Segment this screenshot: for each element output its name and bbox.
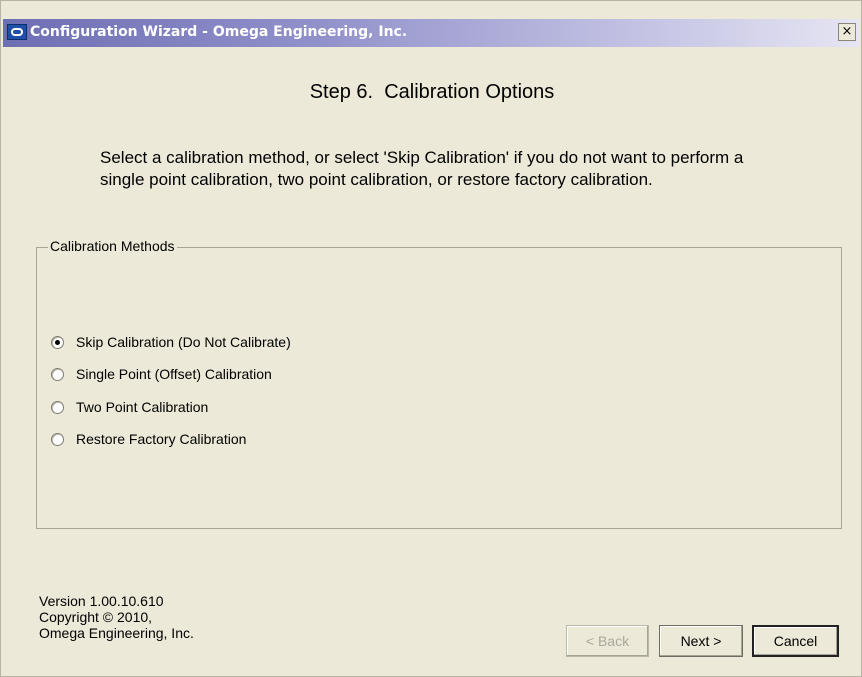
- radio-button[interactable]: [51, 367, 64, 381]
- radio-label: Two Point Calibration: [76, 399, 209, 415]
- copyright-label: Copyright © 2010,: [39, 609, 153, 625]
- radio-option-single-point[interactable]: Single Point (Offset) Calibration: [51, 364, 272, 384]
- radio-dot-icon: [55, 339, 60, 345]
- back-button[interactable]: < Back: [566, 625, 649, 657]
- page-title: Step 6. Calibration Options: [309, 81, 555, 103]
- radio-option-skip-calibration[interactable]: Skip Calibration (Do Not Calibrate): [51, 332, 291, 352]
- omega-app-icon: [7, 24, 27, 40]
- radio-label: Skip Calibration (Do Not Calibrate): [76, 334, 291, 350]
- next-button[interactable]: Next >: [659, 625, 743, 657]
- radio-option-two-point[interactable]: Two Point Calibration: [51, 397, 208, 417]
- close-button[interactable]: ×: [838, 23, 856, 41]
- step-description: Select a calibration method, or select '…: [100, 148, 744, 189]
- radio-label: Restore Factory Calibration: [76, 431, 247, 447]
- version-label: Version 1.00.10.610: [39, 593, 164, 609]
- radio-option-restore-factory[interactable]: Restore Factory Calibration: [51, 429, 246, 449]
- calibration-methods-groupbox: [36, 247, 842, 529]
- version-info: Version 1.00.10.610 Copyright © 2010, Om…: [39, 593, 194, 641]
- radio-button[interactable]: [51, 432, 64, 446]
- radio-button-selected[interactable]: [51, 335, 64, 349]
- radio-button[interactable]: [51, 400, 64, 414]
- cancel-button[interactable]: Cancel: [752, 625, 839, 657]
- company-label: Omega Engineering, Inc.: [39, 625, 194, 641]
- title-bar[interactable]: Configuration Wizard - Omega Engineering…: [3, 19, 859, 47]
- radio-label: Single Point (Offset) Calibration: [76, 366, 272, 382]
- groupbox-legend: Calibration Methods: [48, 238, 177, 254]
- configuration-wizard-window: Configuration Wizard - Omega Engineering…: [0, 0, 862, 677]
- window-title: Configuration Wizard - Omega Engineering…: [30, 24, 408, 40]
